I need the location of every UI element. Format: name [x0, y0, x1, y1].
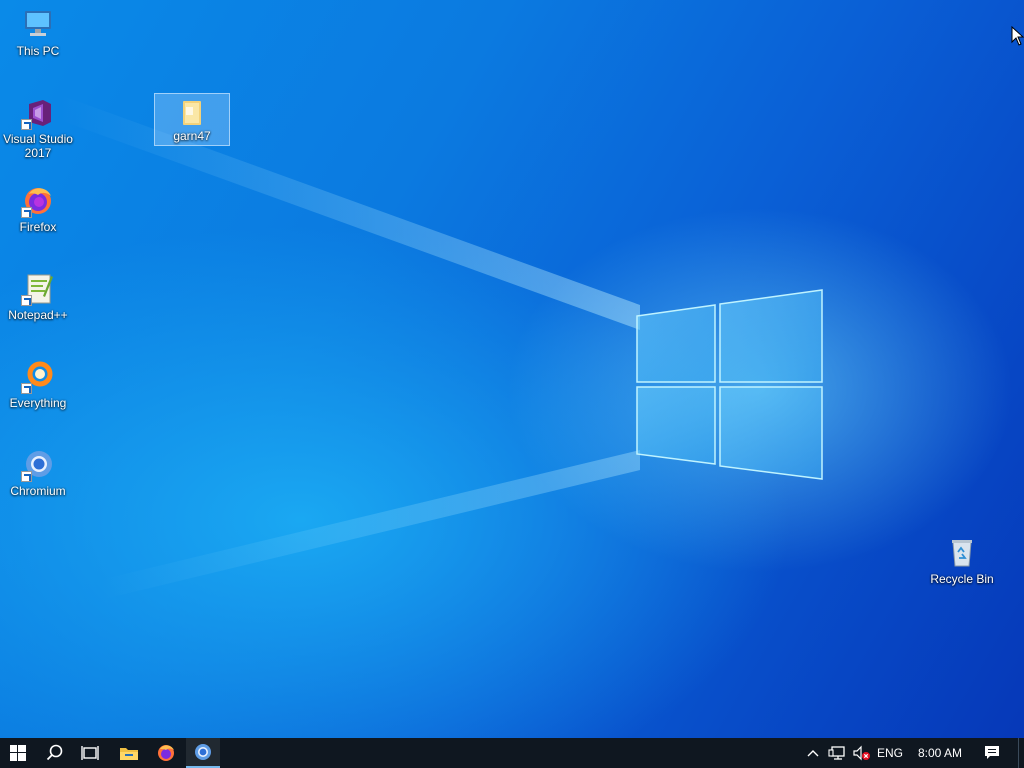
taskbar-chromium[interactable]: [186, 738, 220, 768]
mouse-cursor-icon: [1011, 26, 1024, 46]
shortcut-arrow-icon: [21, 471, 32, 482]
notepad-plus-plus-icon: [21, 272, 55, 306]
volume-button[interactable]: [850, 738, 872, 768]
task-view-icon: [81, 746, 99, 760]
network-icon: [828, 746, 845, 760]
network-status-button[interactable]: [826, 738, 848, 768]
desktop-icon-this-pc[interactable]: This PC: [1, 8, 75, 58]
everything-search-icon: [21, 360, 55, 394]
desktop-icon-label-line2: 2017: [24, 146, 52, 160]
windows-start-icon: [10, 745, 26, 761]
recycle-bin-icon: [945, 536, 979, 570]
desktop-icon-garn47-folder[interactable]: garn47: [154, 93, 230, 146]
show-desktop-button[interactable]: [1018, 738, 1024, 768]
taskbar: ENG 8:00 AM: [0, 738, 1024, 768]
desktop-icon-label: garn47: [173, 129, 211, 143]
firefox-icon: [21, 184, 55, 218]
shortcut-arrow-icon: [21, 295, 32, 306]
shortcut-arrow-icon: [21, 207, 32, 218]
desktop-icon-label: Notepad++: [8, 308, 68, 322]
shortcut-arrow-icon: [21, 119, 32, 130]
desktop-icon-notepad-plus-plus[interactable]: Notepad++: [1, 272, 75, 322]
desktop-icon-label: Recycle Bin: [930, 572, 994, 586]
file-explorer-icon: [120, 748, 138, 760]
shortcut-arrow-icon: [21, 383, 32, 394]
notification-icon: [985, 746, 999, 759]
desktop-icon-label: Everything: [9, 396, 67, 410]
clock-button[interactable]: 8:00 AM: [910, 738, 970, 768]
desktop[interactable]: This PC Visual Studio 2017 Firefox Notep…: [0, 0, 1024, 738]
clock-time: 8:00 AM: [917, 746, 963, 760]
desktop-icon-chromium[interactable]: Chromium: [1, 448, 75, 498]
desktop-icon-label: Chromium: [10, 484, 66, 498]
desktop-icon-label: This PC: [16, 44, 60, 58]
folder-icon: [177, 97, 207, 127]
language-label: ENG: [876, 746, 903, 760]
search-icon: [46, 744, 63, 761]
desktop-icon-label-line1: Visual Studio: [3, 132, 73, 146]
start-button[interactable]: [0, 738, 36, 768]
desktop-icon-label: Firefox: [19, 220, 57, 234]
chromium-icon: [195, 744, 211, 760]
desktop-icon-firefox[interactable]: Firefox: [1, 184, 75, 234]
desktop-icon-visual-studio[interactable]: Visual Studio 2017: [1, 96, 75, 160]
computer-icon: [21, 8, 55, 42]
taskbar-firefox[interactable]: [148, 738, 184, 768]
search-button[interactable]: [38, 738, 72, 768]
firefox-icon: [158, 745, 174, 761]
task-view-button[interactable]: [74, 738, 106, 768]
desktop-icon-recycle-bin[interactable]: Recycle Bin: [925, 536, 999, 586]
chevron-up-icon: [807, 750, 819, 757]
show-hidden-icons-button[interactable]: [804, 738, 822, 768]
volume-muted-icon: [853, 745, 870, 761]
visual-studio-icon: [21, 96, 55, 130]
desktop-icon-everything[interactable]: Everything: [1, 360, 75, 410]
input-language-indicator[interactable]: ENG: [874, 738, 906, 768]
taskbar-file-explorer[interactable]: [112, 738, 146, 768]
action-center-button[interactable]: [978, 738, 1006, 768]
chromium-icon: [21, 448, 55, 482]
